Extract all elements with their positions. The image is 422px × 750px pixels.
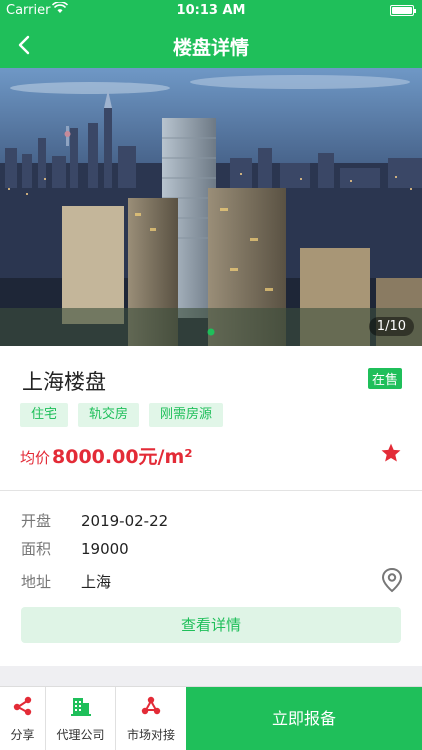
tab-label: 代理公司 — [56, 728, 105, 742]
detail-value: 19000 — [81, 540, 129, 558]
detail-key: 开盘 — [21, 512, 52, 530]
price: 均价 8000.00元/m² — [20, 442, 193, 469]
detail-key: 地址 — [21, 573, 52, 591]
price-value: 8000.00元/m² — [52, 446, 193, 468]
detail-value: 上海 — [81, 573, 112, 591]
section-divider — [0, 666, 422, 686]
tag: 轨交房 — [78, 403, 140, 427]
detail-key: 面积 — [21, 540, 52, 558]
price-label: 均价 — [20, 449, 51, 467]
property-details: 开盘 2019-02-22 面积 19000 地址 上海 查看详情 — [0, 490, 422, 666]
tag: 住宅 — [20, 403, 69, 427]
agency-button[interactable]: 代理公司 — [46, 687, 116, 750]
bottom-action-bar: 分享 代理公司 市场对接 立即报备 — [0, 686, 422, 750]
location-pin-icon[interactable] — [380, 567, 404, 593]
property-info-card: 上海楼盘 在售 住宅 轨交房 刚需房源 均价 8000.00元/m² — [0, 346, 422, 490]
property-photo-gallery[interactable]: 1/10 — [0, 68, 422, 346]
battery-icon — [390, 5, 416, 16]
favorite-star-icon[interactable] — [380, 442, 402, 464]
detail-row-address: 地址 上海 — [21, 571, 111, 592]
tag: 刚需房源 — [149, 403, 224, 427]
connect-icon — [140, 695, 162, 717]
detail-row-area: 面积 19000 — [21, 538, 129, 559]
property-photo — [0, 68, 422, 346]
clock: 10:13 AM — [176, 3, 246, 18]
tab-label: 分享 — [10, 728, 35, 742]
report-now-button[interactable]: 立即报备 — [186, 687, 422, 750]
photo-counter: 1/10 — [368, 317, 414, 336]
building-icon — [70, 695, 92, 717]
status-bar: Carrier 10:13 AM — [0, 0, 422, 22]
view-details-button[interactable]: 查看详情 — [21, 607, 401, 643]
property-name: 上海楼盘 — [22, 370, 106, 394]
page-title: 楼盘详情 — [172, 37, 249, 59]
share-icon — [12, 695, 34, 717]
detail-row-open-date: 开盘 2019-02-22 — [21, 510, 168, 531]
market-connect-button[interactable]: 市场对接 — [116, 687, 186, 750]
property-tags: 住宅 轨交房 刚需房源 — [20, 403, 224, 427]
status-badge: 在售 — [367, 368, 402, 389]
nav-bar: 楼盘详情 — [0, 22, 422, 68]
tab-label: 市场对接 — [126, 728, 175, 742]
share-button[interactable]: 分享 — [0, 687, 46, 750]
detail-value: 2019-02-22 — [81, 512, 169, 530]
